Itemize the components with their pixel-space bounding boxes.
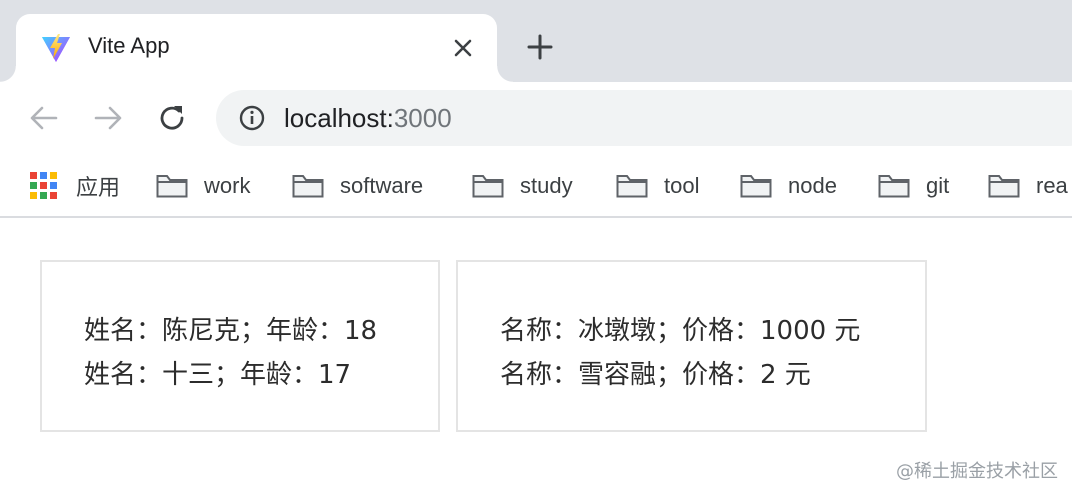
url-host: localhost: [284, 103, 394, 133]
bookmark-label: tool [664, 173, 700, 198]
bookmark-folder-study[interactable]: study [472, 168, 573, 204]
bookmark-label: rea [1036, 173, 1068, 198]
bookmark-apps[interactable]: 应用 [30, 168, 120, 204]
folder-icon [472, 175, 504, 198]
browser-toolbar: localhost:3000 [0, 82, 1072, 154]
folder-icon [988, 175, 1020, 198]
close-icon[interactable] [449, 34, 477, 62]
bookmark-label: software [340, 173, 424, 198]
bookmark-label: study [520, 173, 573, 198]
info-icon[interactable] [238, 104, 266, 132]
bookmark-label: node [788, 173, 837, 198]
product-row: 名称：雪容融；价格：2 元 [500, 360, 811, 390]
bookmark-label: work [204, 173, 251, 198]
bookmark-folder-git[interactable]: git [878, 168, 949, 204]
url-text[interactable]: localhost:3000 [284, 103, 452, 134]
bookmark-folder-tool[interactable]: tool [616, 168, 699, 204]
bookmarks-bar: 应用 work software study tool node git rea [0, 154, 1072, 218]
folder-icon [740, 175, 772, 198]
bookmark-folder-node[interactable]: node [740, 168, 837, 204]
tab-strip: Vite App [0, 0, 1072, 82]
people-card: 姓名：陈尼克；年龄：18 姓名：十三；年龄：17 [40, 260, 440, 432]
url-port: 3000 [393, 103, 452, 133]
folder-icon [616, 175, 648, 198]
new-tab-plus-icon[interactable] [524, 31, 556, 63]
bookmark-label: git [926, 173, 950, 198]
person-row: 姓名：陈尼克；年龄：18 [84, 316, 378, 346]
apps-grid-icon [30, 172, 58, 200]
product-row: 名称：冰墩墩；价格：1000 元 [500, 316, 861, 346]
folder-icon [292, 175, 324, 198]
products-card: 名称：冰墩墩；价格：1000 元 名称：雪容融；价格：2 元 [456, 260, 927, 432]
bookmark-folder-rea[interactable]: rea [988, 168, 1068, 204]
browser-tab[interactable]: Vite App [0, 14, 513, 82]
address-bar[interactable]: localhost:3000 [216, 90, 1072, 146]
tab-title: Vite App [88, 33, 170, 58]
forward-arrow-icon[interactable] [90, 100, 126, 136]
bookmark-folder-software[interactable]: software [292, 168, 423, 204]
vite-logo-icon [42, 34, 70, 62]
watermark: @稀土掘金技术社区 [896, 461, 1058, 482]
back-arrow-icon[interactable] [26, 100, 62, 136]
reload-icon[interactable] [154, 100, 190, 136]
folder-icon [156, 175, 188, 198]
folder-icon [878, 175, 910, 198]
bookmark-folder-work[interactable]: work [156, 168, 250, 204]
bookmark-label: 应用 [76, 175, 121, 200]
person-row: 姓名：十三；年龄：17 [84, 360, 352, 390]
